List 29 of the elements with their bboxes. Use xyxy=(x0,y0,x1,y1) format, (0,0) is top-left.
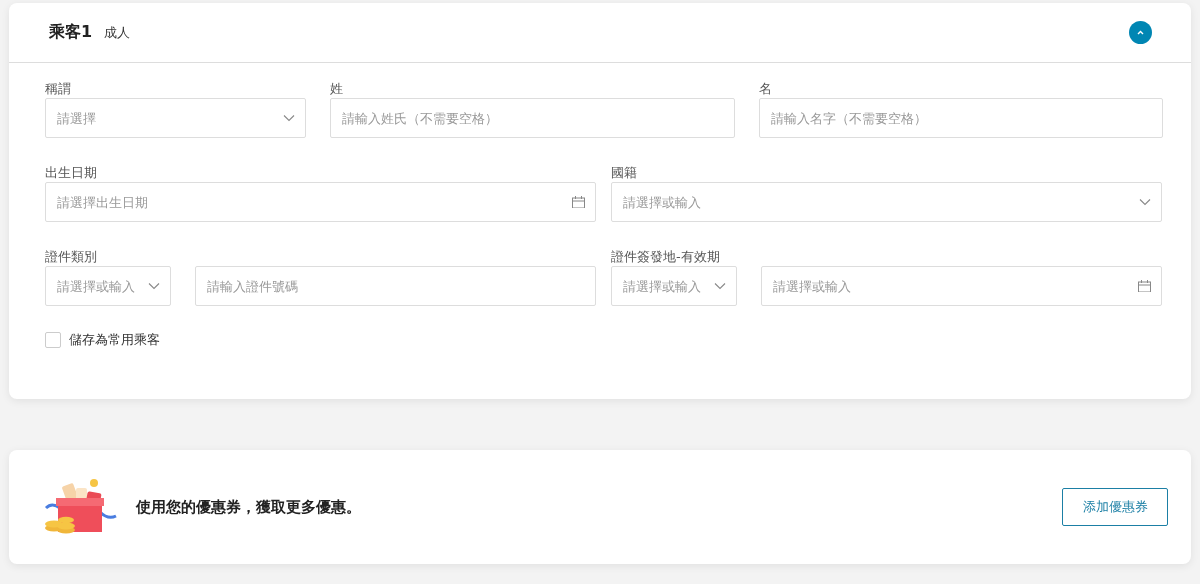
passenger-type: 成人 xyxy=(104,23,131,42)
date-field[interactable]: 請選擇或輸入 xyxy=(761,266,1162,306)
coupon-message: 使用您的優惠券，獲取更多優惠。 xyxy=(136,497,361,517)
select-field[interactable]: 請選擇或輸入 xyxy=(45,266,171,306)
chevron-down-icon xyxy=(1139,198,1151,206)
chevron-down-icon xyxy=(714,282,726,290)
chevron-down-icon xyxy=(148,282,160,290)
calendar-icon xyxy=(1138,280,1151,292)
input-field[interactable]: 請輸入姓氏（不需要空格） xyxy=(330,98,735,138)
field-label: 名 xyxy=(759,80,773,98)
date-field[interactable]: 請選擇出生日期 xyxy=(45,182,596,222)
select-field[interactable]: 請選擇 xyxy=(45,98,306,138)
collapse-button[interactable] xyxy=(1129,21,1152,44)
field-label: 姓 xyxy=(330,80,344,98)
field-label: 證件簽發地-有效期 xyxy=(611,248,721,266)
input-field[interactable]: 請輸入名字（不需要空格） xyxy=(759,98,1163,138)
field-label: 證件類別 xyxy=(45,248,98,266)
checkbox-label: 儲存為常用乘客 xyxy=(69,331,160,349)
select-field[interactable]: 請選擇或輸入 xyxy=(611,266,737,306)
passenger-title: 乘客1 xyxy=(49,22,93,43)
field-label: 出生日期 xyxy=(45,164,98,182)
select-field[interactable]: 請選擇或輸入 xyxy=(611,182,1162,222)
calendar-icon xyxy=(572,196,585,208)
checkbox[interactable] xyxy=(45,332,61,348)
field-label: 稱謂 xyxy=(45,80,72,98)
add-coupon-button[interactable]: 添加優惠券 xyxy=(1062,488,1168,526)
input-field[interactable]: 請輸入證件號碼 xyxy=(195,266,596,306)
chevron-down-icon xyxy=(283,114,295,122)
field-label: 國籍 xyxy=(611,164,638,182)
